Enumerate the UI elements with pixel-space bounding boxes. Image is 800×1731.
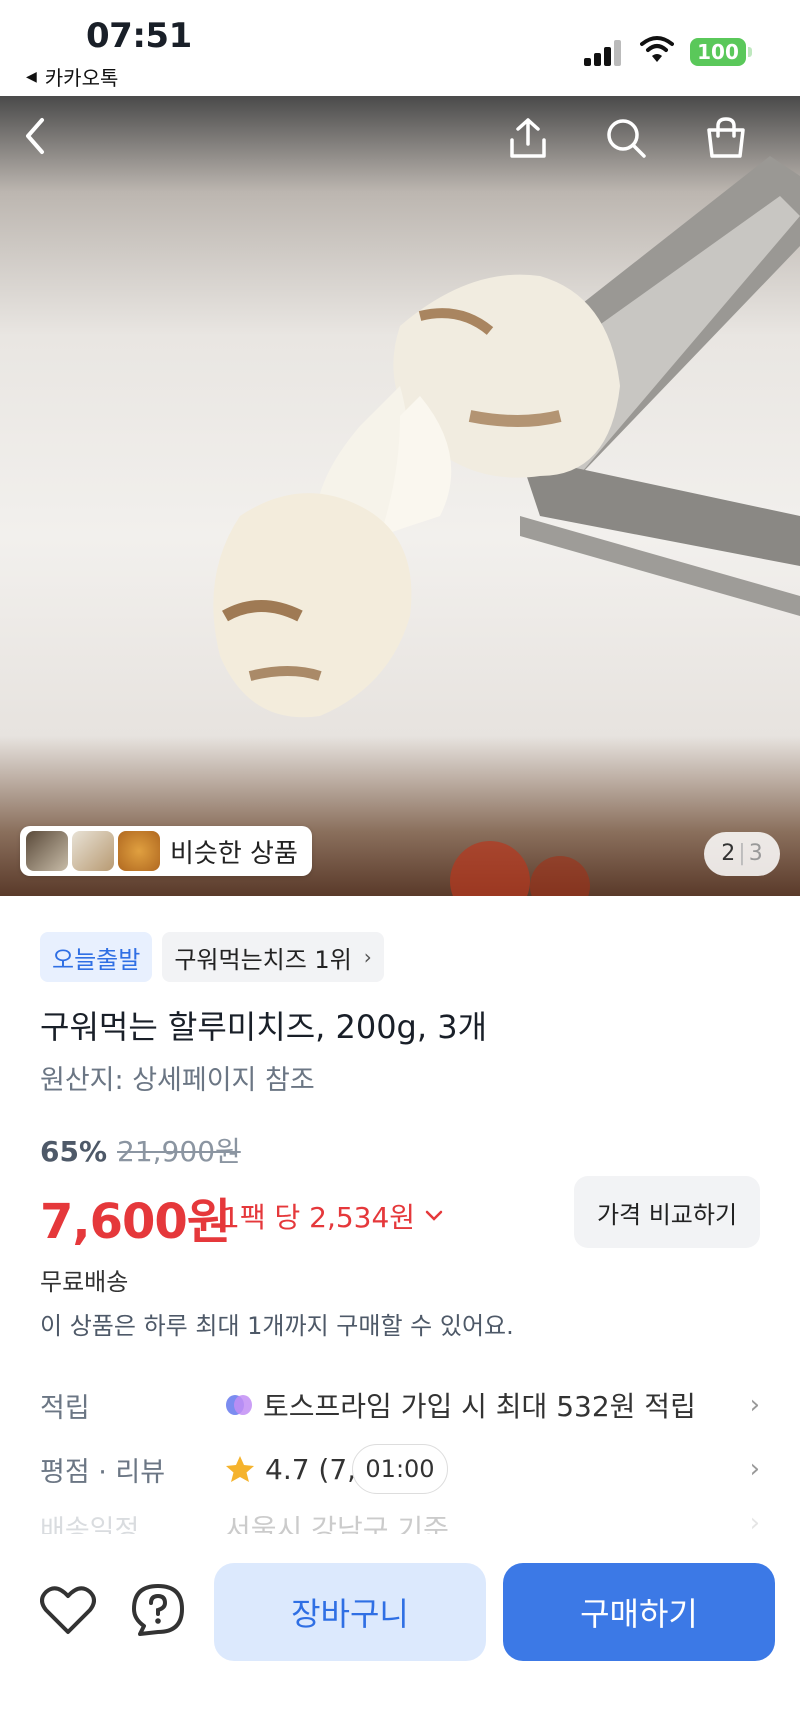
status-bar: 07:51 ◀ 카카오톡 100 — [0, 0, 800, 96]
share-icon — [510, 118, 546, 158]
bottom-action-bar: 장바구니 구매하기 — [0, 1540, 800, 1731]
delivery-row[interactable]: 배송일정 서울시 강남구 기준 › — [40, 1508, 760, 1534]
product-title: 구워먹는 할루미치즈, 200g, 3개 — [40, 1008, 488, 1046]
unit-price-toggle[interactable]: 1팩 당 2,534원 — [222, 1196, 443, 1236]
purchase-limit-note: 이 상품은 하루 최대 1개까지 구매할 수 있어요. — [40, 1312, 514, 1340]
share-button[interactable] — [506, 116, 566, 176]
back-app-label: 카카오톡 — [44, 66, 119, 90]
delivery-value: 서울시 강남구 기준 — [225, 1513, 449, 1534]
star-icon — [226, 1456, 254, 1482]
prime-logo-icon — [226, 1395, 252, 1415]
points-label: 적립 — [40, 1392, 90, 1424]
back-button[interactable] — [20, 116, 80, 176]
unit-price-label: 1팩 당 2,534원 — [222, 1201, 416, 1234]
timer-badge: 01:00 — [352, 1444, 448, 1494]
search-button[interactable] — [604, 116, 664, 176]
product-badges: 오늘출발 구워먹는치즈 1위 › — [40, 932, 384, 982]
chevron-down-icon — [425, 1210, 443, 1221]
help-icon — [132, 1584, 184, 1636]
rank-badge[interactable]: 구워먹는치즈 1위 › — [162, 932, 384, 982]
similar-products-label: 비슷한 상품 — [170, 838, 298, 869]
rating-label: 평점 · 리뷰 — [40, 1456, 166, 1488]
product-origin: 원산지: 상세페이지 참조 — [40, 1065, 315, 1096]
heart-icon — [40, 1586, 96, 1634]
similar-products-button[interactable]: 비슷한 상품 — [20, 826, 312, 876]
chevron-right-icon: › — [749, 1390, 760, 1420]
sale-price: 7,600원 — [40, 1194, 231, 1250]
back-triangle-icon: ◀ — [26, 68, 37, 85]
battery-indicator: 100 — [690, 38, 752, 66]
wifi-icon — [640, 36, 674, 62]
cart-button[interactable] — [704, 116, 764, 176]
chevron-right-icon: › — [749, 1454, 760, 1484]
product-image-carousel[interactable]: 비슷한 상품 2 | 3 — [0, 96, 800, 896]
shopping-bag-icon — [707, 117, 745, 158]
chevron-left-icon — [26, 118, 44, 154]
product-photo — [213, 156, 800, 896]
price-compare-button[interactable]: 가격 비교하기 — [574, 1176, 760, 1248]
pager-current: 2 — [721, 841, 736, 866]
similar-thumb-3 — [118, 831, 160, 871]
help-button[interactable] — [128, 1580, 188, 1640]
similar-thumb-2 — [72, 831, 114, 871]
add-to-cart-button[interactable]: 장바구니 — [214, 1563, 486, 1661]
points-value: 토스프라임 가입 시 최대 532원 적립 — [263, 1390, 696, 1423]
discount-info: 65% 21,900원 — [40, 1130, 241, 1170]
cellular-signal-icon — [584, 38, 624, 66]
delivery-label: 배송일정 — [40, 1515, 140, 1534]
today-shipping-badge: 오늘출발 — [40, 932, 153, 982]
wishlist-button[interactable] — [38, 1580, 98, 1640]
points-row[interactable]: 적립 토스프라임 가입 시 최대 532원 적립 › — [40, 1380, 760, 1430]
status-time: 07:51 — [86, 16, 192, 56]
buy-now-button[interactable]: 구매하기 — [503, 1563, 775, 1661]
rank-badge-label: 구워먹는치즈 1위 — [174, 945, 352, 974]
chevron-right-icon: › — [363, 945, 372, 969]
original-price: 21,900원 — [117, 1135, 241, 1168]
similar-thumb-1 — [26, 831, 68, 871]
search-icon — [607, 119, 646, 158]
shipping-info: 무료배송 — [40, 1268, 129, 1296]
pager-total: 3 — [748, 841, 763, 866]
image-pager: 2 | 3 — [704, 832, 780, 876]
discount-percent: 65% — [40, 1135, 108, 1168]
back-to-app-link[interactable]: ◀ 카카오톡 — [26, 62, 118, 91]
chevron-right-icon: › — [749, 1508, 760, 1534]
